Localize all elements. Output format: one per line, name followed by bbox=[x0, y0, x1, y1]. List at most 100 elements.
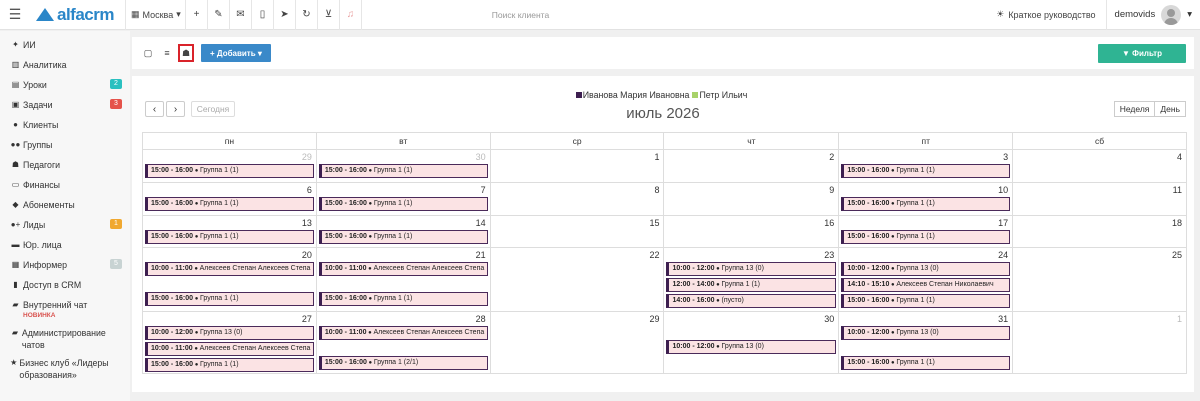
lesson-event[interactable]: 14:00 - 16:00 ● (пусто) bbox=[666, 294, 837, 308]
day-cell[interactable]: 23 10:00 - 12:00 ● Группа 13 (0) 12:00 - 1… bbox=[664, 248, 840, 311]
lesson-event[interactable]: 10:00 - 11:00 ● Алексеев Степан Алексеев… bbox=[145, 262, 314, 276]
phone-icon[interactable]: ▯ bbox=[251, 0, 273, 30]
lesson-event[interactable]: 15:00 - 16:00 ● Группа 1 (2/1) bbox=[318, 356, 488, 370]
today-button[interactable]: Сегодня bbox=[191, 101, 235, 117]
day-cell[interactable]: 29 bbox=[491, 312, 665, 373]
day-cell[interactable]: 3 15:00 - 16:00 ● Группа 1 (1) bbox=[839, 150, 1014, 182]
day-cell[interactable]: 2 bbox=[664, 150, 840, 182]
sidebar-item-11[interactable]: ▦ Информер 5 bbox=[0, 259, 130, 279]
prev-icon[interactable]: ‹ bbox=[145, 101, 164, 117]
teacher-view-icon[interactable]: ☗ bbox=[178, 44, 194, 62]
sidebar-item-9[interactable]: ●+ Лиды 1 bbox=[0, 219, 130, 239]
wrench-icon[interactable]: ✎ bbox=[207, 0, 229, 30]
sidebar-item-0[interactable]: ✦ ИИ bbox=[0, 39, 130, 59]
day-cell[interactable]: 1 bbox=[491, 150, 665, 182]
lesson-event[interactable]: 10:00 - 12:00 ● Группа 13 (0) bbox=[666, 340, 837, 354]
lesson-event[interactable]: 15:00 - 16:00 ● Группа 1 (1) bbox=[145, 197, 314, 211]
day-cell[interactable]: 29 15:00 - 16:00 ● Группа 1 (1) bbox=[143, 150, 317, 182]
sidebar-item-5[interactable]: ●● Группы bbox=[0, 139, 130, 159]
day-cell[interactable]: 15 bbox=[491, 216, 665, 247]
day-cell[interactable]: 31 10:00 - 12:00 ● Группа 13 (0) 15:00 - 1… bbox=[839, 312, 1014, 373]
day-cell[interactable]: 20 10:00 - 11:00 ● Алексеев Степан Алексе… bbox=[143, 248, 317, 311]
day-cell[interactable]: 6 15:00 - 16:00 ● Группа 1 (1) bbox=[143, 183, 317, 215]
lesson-event[interactable]: 15:00 - 16:00 ● Группа 1 (1) bbox=[318, 292, 488, 306]
lesson-event[interactable]: 15:00 - 16:00 ● Группа 1 (1) bbox=[318, 230, 488, 244]
day-cell[interactable]: 11 bbox=[1013, 183, 1187, 215]
lesson-event[interactable]: 15:00 - 16:00 ● Группа 1 (1) bbox=[841, 230, 1011, 244]
sidebar-item-2[interactable]: ▤ Уроки 2 bbox=[0, 79, 130, 99]
sidebar-item-13[interactable]: ▰ Внутренний чат НОВИНКА bbox=[0, 299, 130, 327]
city-select[interactable]: ▦ Москва ▾ bbox=[125, 0, 185, 30]
plus-icon[interactable]: + bbox=[185, 0, 207, 30]
day-cell[interactable]: 13 15:00 - 16:00 ● Группа 1 (1) bbox=[143, 216, 317, 247]
sidebar-item-10[interactable]: ▬ Юр. лица bbox=[0, 239, 130, 259]
next-icon[interactable]: › bbox=[166, 101, 185, 117]
lesson-event[interactable]: 12:00 - 14:00 ● Группа 1 (1) bbox=[666, 278, 837, 292]
lesson-event[interactable]: 15:00 - 16:00 ● Группа 1 (1) bbox=[145, 358, 314, 372]
day-cell[interactable]: 21 10:00 - 11:00 ● Алексеев Степан Алексе… bbox=[317, 248, 491, 311]
lesson-event[interactable]: 14:10 - 15:10 ● Алексеев Степан Николаев… bbox=[841, 278, 1011, 292]
search-input[interactable]: Поиск клиента bbox=[361, 0, 661, 30]
filter-button[interactable]: ▼ Фильтр bbox=[1098, 43, 1186, 63]
lesson-event[interactable]: 15:00 - 16:00 ● Группа 1 (1) bbox=[841, 164, 1011, 178]
day-cell[interactable]: 22 bbox=[491, 248, 665, 311]
logo[interactable]: alfacrm bbox=[30, 5, 125, 25]
add-button[interactable]: + Добавить ▾ bbox=[201, 44, 271, 62]
day-cell[interactable]: 30 15:00 - 16:00 ● Группа 1 (1) bbox=[317, 150, 491, 182]
day-cell[interactable]: 17 15:00 - 16:00 ● Группа 1 (1) bbox=[839, 216, 1014, 247]
day-cell[interactable]: 14 15:00 - 16:00 ● Группа 1 (1) bbox=[317, 216, 491, 247]
lesson-event[interactable]: 10:00 - 12:00 ● Группа 13 (0) bbox=[666, 262, 837, 276]
sidebar-item-1[interactable]: ▥ Аналитика bbox=[0, 59, 130, 79]
day-cell[interactable]: 16 bbox=[664, 216, 840, 247]
sidebar-item-7[interactable]: ▭ Финансы bbox=[0, 179, 130, 199]
sidebar-item-14[interactable]: ▰ Администрирование чатов bbox=[0, 327, 130, 357]
week-button[interactable]: Неделя bbox=[1113, 101, 1156, 117]
lesson-event[interactable]: 15:00 - 16:00 ● Группа 1 (1) bbox=[145, 164, 314, 178]
lesson-event[interactable]: 15:00 - 16:00 ● Группа 1 (1) bbox=[318, 164, 488, 178]
sidebar-item-4[interactable]: ● Клиенты bbox=[0, 119, 130, 139]
sidebar-item-3[interactable]: ▣ Задачи 3 bbox=[0, 99, 130, 119]
sidebar-item-6[interactable]: ☗ Педагоги bbox=[0, 159, 130, 179]
lesson-event[interactable]: 15:00 - 16:00 ● Группа 1 (1) bbox=[145, 230, 314, 244]
bell-icon[interactable]: ♫ bbox=[339, 0, 361, 30]
lesson-event[interactable]: 10:00 - 11:00 ● Алексеев Степан Алексеев… bbox=[145, 342, 314, 356]
lesson-event[interactable]: 10:00 - 12:00 ● Группа 13 (0) bbox=[145, 326, 314, 340]
day-cell[interactable]: 8 bbox=[491, 183, 665, 215]
lesson-event[interactable]: 10:00 - 12:00 ● Группа 13 (0) bbox=[841, 326, 1011, 340]
lesson-event[interactable]: 10:00 - 12:00 ● Группа 13 (0) bbox=[841, 262, 1011, 276]
lesson-event[interactable]: 15:00 - 16:00 ● Группа 1 (1) bbox=[145, 292, 314, 306]
menu-icon[interactable]: ☰ bbox=[0, 0, 30, 30]
lesson-event[interactable]: 15:00 - 16:00 ● Группа 1 (1) bbox=[318, 197, 488, 211]
lesson-event[interactable]: 15:00 - 16:00 ● Группа 1 (1) bbox=[841, 294, 1011, 308]
day-button[interactable]: День bbox=[1155, 101, 1186, 117]
telegram-icon[interactable]: ➤ bbox=[273, 0, 295, 30]
sidebar-item-12[interactable]: ▮ Доступ в CRM bbox=[0, 279, 130, 299]
calendar-view-icon[interactable]: ▢ bbox=[140, 44, 156, 62]
sidebar-item-8[interactable]: ◆ Абонементы bbox=[0, 199, 130, 219]
day-cell[interactable]: 28 10:00 - 11:00 ● Алексеев Степан Алексе… bbox=[317, 312, 491, 373]
day-cell[interactable]: 25 bbox=[1013, 248, 1187, 311]
lesson-event[interactable]: 15:00 - 16:00 ● Группа 1 (1) bbox=[841, 356, 1011, 370]
day-cell[interactable]: 1 bbox=[1013, 312, 1187, 373]
list-view-icon[interactable]: ≡ bbox=[159, 44, 175, 62]
sidebar-item-15[interactable]: ★ Бизнес клуб «Лидеры образования» bbox=[0, 357, 130, 387]
day-cell[interactable]: 4 bbox=[1013, 150, 1187, 182]
event-time: 15:00 - 16:00 bbox=[324, 359, 367, 366]
event-title: Алексеев Степан Алексеев Степа bbox=[373, 265, 485, 272]
lesson-event[interactable]: 10:00 - 11:00 ● Алексеев Степан Алексеев… bbox=[318, 262, 488, 276]
mail-icon[interactable]: ✉ bbox=[229, 0, 251, 30]
day-cell[interactable]: 10 15:00 - 16:00 ● Группа 1 (1) bbox=[839, 183, 1014, 215]
cart-icon[interactable]: ⊻ bbox=[317, 0, 339, 30]
day-cell[interactable]: 24 10:00 - 12:00 ● Группа 13 (0) 14:10 - 1… bbox=[839, 248, 1014, 311]
day-number: 27 bbox=[301, 314, 312, 324]
user-menu[interactable]: demovids ▾ bbox=[1105, 0, 1200, 30]
refresh-icon[interactable]: ↻ bbox=[295, 0, 317, 30]
lesson-event[interactable]: 15:00 - 16:00 ● Группа 1 (1) bbox=[841, 197, 1011, 211]
day-cell[interactable]: 27 10:00 - 12:00 ● Группа 13 (0) 10:00 - 1… bbox=[143, 312, 317, 373]
guide-link[interactable]: ☀ Краткое руководство bbox=[986, 0, 1105, 30]
day-cell[interactable]: 9 bbox=[664, 183, 840, 215]
day-cell[interactable]: 18 bbox=[1013, 216, 1187, 247]
day-cell[interactable]: 30 10:00 - 12:00 ● Группа 13 (0) bbox=[664, 312, 840, 373]
day-cell[interactable]: 7 15:00 - 16:00 ● Группа 1 (1) bbox=[317, 183, 491, 215]
lesson-event[interactable]: 10:00 - 11:00 ● Алексеев Степан Алексеев… bbox=[318, 326, 488, 340]
